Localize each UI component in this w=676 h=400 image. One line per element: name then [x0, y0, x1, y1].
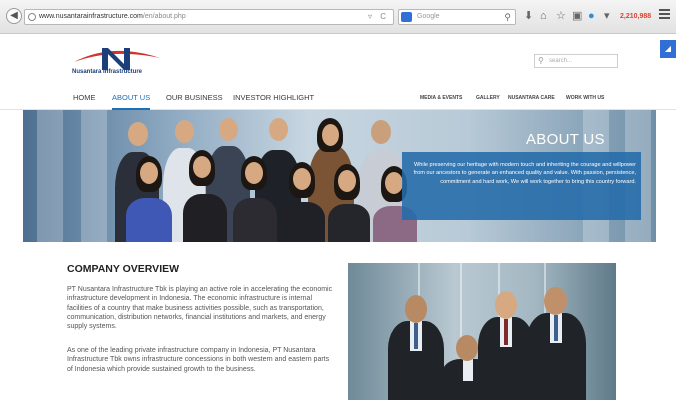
- directors-photo: [348, 263, 616, 400]
- company-overview-title: COMPANY OVERVIEW: [67, 263, 180, 275]
- home-icon[interactable]: ⌂: [540, 8, 547, 24]
- url-host: www.nusantarainfrastructure.com: [39, 13, 143, 20]
- back-arrow-icon[interactable]: ◀: [6, 8, 22, 24]
- nav-gallery[interactable]: GALLERY: [476, 95, 500, 101]
- extension-dropdown-icon[interactable]: ▾: [604, 8, 610, 24]
- browser-search-field[interactable]: Google ⚲: [398, 9, 516, 25]
- bookmark-star-icon[interactable]: ☆: [556, 8, 566, 24]
- site-search-input[interactable]: ⚲ search...: [534, 54, 618, 68]
- main-nav: HOME ABOUT US OUR BUSINESS INVESTOR HIGH…: [0, 85, 676, 110]
- download-icon[interactable]: ⬇: [524, 8, 533, 24]
- logo-text: Nusantara Infrastructure: [72, 69, 143, 75]
- browser-search-placeholder: Google: [417, 13, 440, 20]
- search-icon[interactable]: ⚲: [504, 10, 511, 24]
- hero-title: ABOUT US: [526, 131, 605, 148]
- nav-about-us[interactable]: ABOUT US: [112, 93, 151, 110]
- reload-icon[interactable]: ▿ C: [368, 10, 389, 24]
- google-icon: [401, 12, 412, 22]
- globe-icon: [28, 13, 36, 21]
- hamburger-menu-icon[interactable]: [659, 9, 670, 23]
- site-search-placeholder: search...: [549, 58, 573, 64]
- nav-media-events[interactable]: MEDIA & EVENTS: [420, 95, 462, 101]
- hero-text: While preserving our heritage with moder…: [413, 162, 636, 185]
- search-icon: ⚲: [538, 56, 544, 65]
- extension-icon[interactable]: ●: [588, 8, 595, 24]
- overview-paragraph-1: PT Nusantara Infrastructure Tbk is playi…: [67, 286, 333, 331]
- nav-our-business[interactable]: OUR BUSINESS: [166, 93, 223, 102]
- nav-investor-highlight[interactable]: INVESTOR HIGHLIGHT: [233, 93, 314, 102]
- browser-toolbar: ◀ www.nusantarainfrastructure.com/en/abo…: [0, 0, 676, 34]
- overview-paragraph-2: As one of the leading private infrastruc…: [67, 347, 330, 373]
- address-bar[interactable]: www.nusantarainfrastructure.com/en/about…: [24, 9, 394, 25]
- extension-counter: 2,210,988: [620, 13, 652, 20]
- nav-nusantara-care[interactable]: NUSANTARA CARE: [508, 95, 555, 101]
- url-path: /en/about.php: [142, 13, 186, 20]
- bookmarks-menu-icon[interactable]: ▣: [572, 8, 582, 24]
- nav-work-with-us[interactable]: WORK WITH US: [566, 95, 604, 101]
- chart-tab-icon[interactable]: ◢: [660, 40, 676, 58]
- nav-home[interactable]: HOME: [73, 93, 96, 102]
